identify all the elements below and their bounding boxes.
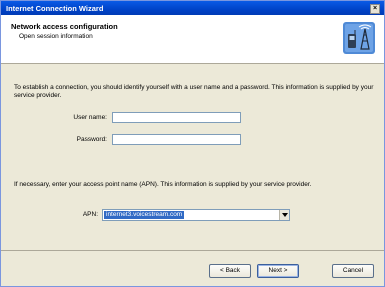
password-field[interactable]	[112, 134, 241, 145]
credentials-instructions: To establish a connection, you should id…	[14, 84, 374, 99]
back-button[interactable]: < Back	[209, 264, 251, 278]
next-button[interactable]: Next >	[257, 264, 299, 278]
password-label: Password:	[76, 136, 107, 143]
wizard-header: Network access configuration Open sessio…	[1, 15, 384, 64]
apn-combobox[interactable]: internet3.voicestream.com	[102, 209, 290, 221]
username-label: User name:	[73, 114, 107, 121]
close-button[interactable]: ×	[370, 4, 380, 14]
username-field[interactable]	[112, 112, 241, 123]
apn-value[interactable]: internet3.voicestream.com	[104, 211, 185, 219]
chevron-down-icon[interactable]	[279, 210, 289, 220]
cancel-button[interactable]: Cancel	[332, 264, 374, 278]
phone-antenna-icon	[343, 22, 375, 54]
header-subtitle: Open session information	[19, 33, 93, 40]
header-title: Network access configuration	[11, 22, 118, 31]
apn-label: APN:	[82, 211, 98, 218]
wizard-window: Internet Connection Wizard × Network acc…	[0, 0, 385, 287]
footer-divider	[1, 250, 384, 251]
window-title: Internet Connection Wizard	[6, 4, 104, 13]
apn-instructions: If necessary, enter your access point na…	[14, 181, 312, 188]
title-bar[interactable]: Internet Connection Wizard ×	[1, 1, 384, 15]
